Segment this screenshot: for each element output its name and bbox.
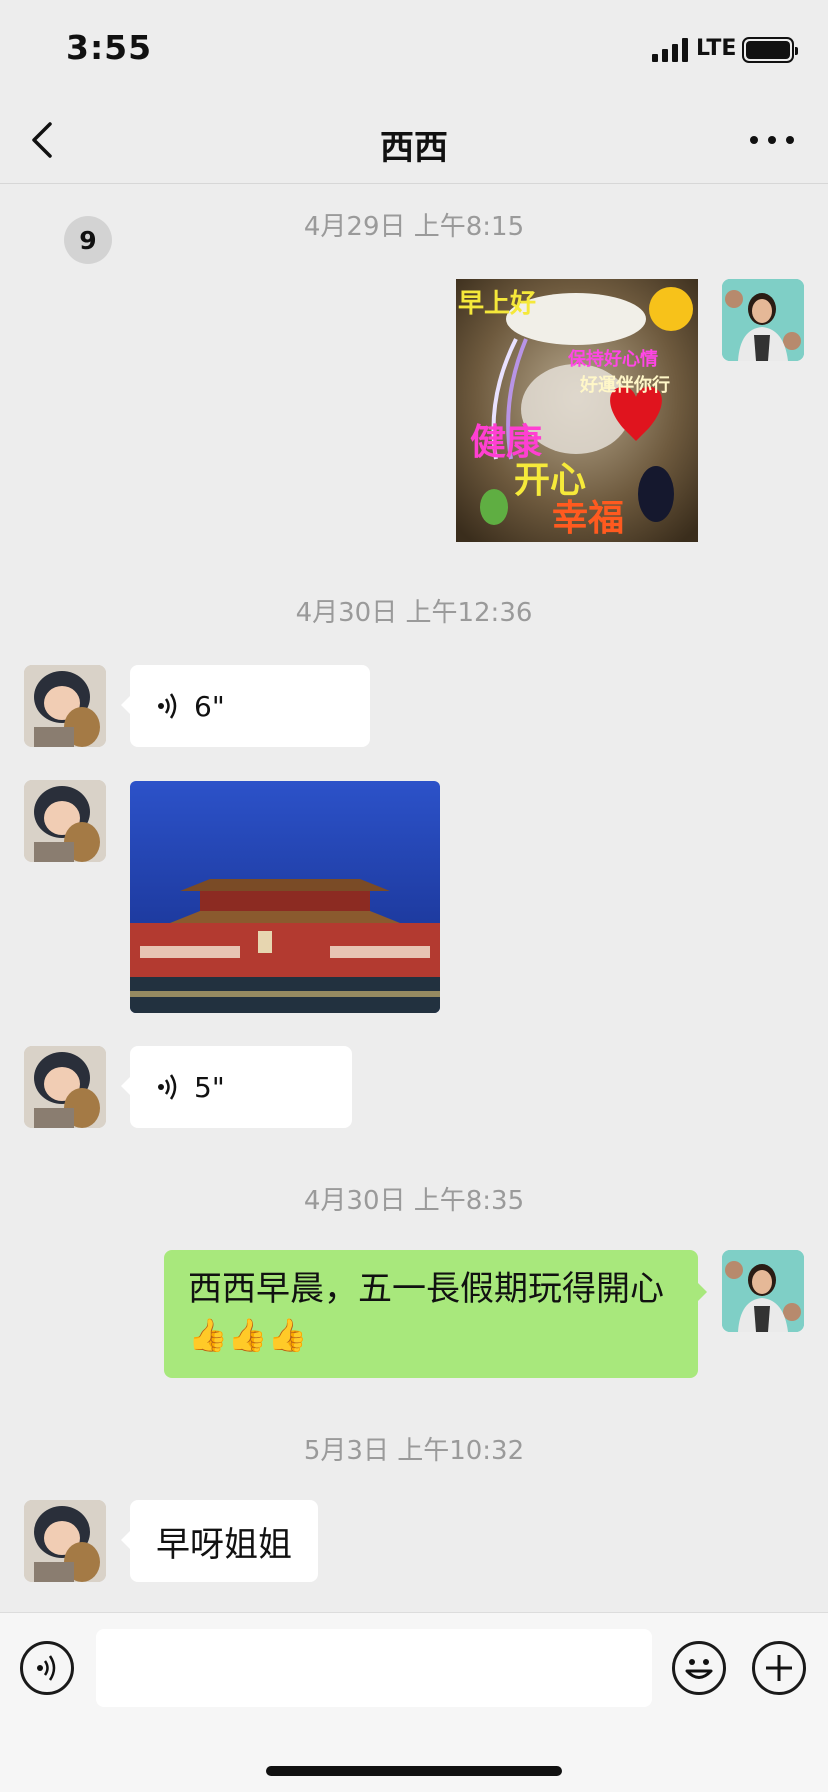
image-caption-blessing: 幸福	[552, 498, 625, 539]
timestamp: 4月29日 上午8:15	[303, 212, 525, 242]
emoji-icon[interactable]	[672, 1641, 726, 1695]
timestamp: 5月3日 上午10:32	[303, 1436, 525, 1466]
chat-title: 西西	[380, 128, 448, 168]
voice-message-bubble[interactable]: 5"	[121, 1046, 352, 1128]
sent-text-bubble[interactable]: 西西早晨，五一長假期玩得開心 👍👍👍	[164, 1250, 707, 1378]
self-avatar[interactable]	[722, 279, 804, 361]
message-text: 西西早晨，五一長假期玩得開心	[188, 1269, 664, 1309]
battery-icon	[742, 37, 798, 63]
chat-input-bar	[0, 1612, 828, 1792]
self-avatar[interactable]	[722, 1250, 804, 1332]
image-caption-luck: 好運伴你行	[580, 375, 670, 396]
voice-duration: 5"	[194, 1070, 225, 1104]
timestamp: 4月30日 上午8:35	[303, 1186, 525, 1216]
contact-avatar[interactable]	[24, 1046, 106, 1128]
message-emoji: 👍👍👍	[188, 1316, 308, 1354]
message-input[interactable]	[96, 1629, 652, 1707]
cellular-signal-icon	[652, 38, 688, 62]
contact-avatar[interactable]	[24, 665, 106, 747]
image-caption-morning: 早上好	[458, 289, 537, 319]
greeting-image[interactable]: 早上好 保持好心情 好運伴你行 健康 开心 幸福	[456, 279, 698, 542]
voice-duration: 6"	[194, 689, 225, 723]
message-text: 早呀姐姐	[156, 1524, 292, 1565]
chat-header: 9 西西	[0, 100, 828, 264]
network-type: LTE	[696, 36, 737, 61]
more-options-icon[interactable]	[750, 120, 794, 160]
add-more-icon[interactable]	[752, 1641, 806, 1695]
home-indicator[interactable]	[266, 1766, 562, 1776]
contact-avatar[interactable]	[24, 780, 106, 862]
status-bar: 3:55 LTE	[0, 0, 828, 100]
photo-message[interactable]	[130, 781, 440, 1013]
timestamp: 4月30日 上午12:36	[295, 598, 533, 628]
voice-input-toggle-icon[interactable]	[20, 1641, 74, 1695]
image-caption-mood: 保持好心情	[568, 349, 658, 370]
voice-wave-icon	[158, 693, 177, 719]
status-time: 3:55	[66, 28, 153, 67]
voice-wave-icon	[158, 1074, 177, 1100]
received-text-bubble[interactable]: 早呀姐姐	[121, 1500, 318, 1582]
contact-avatar[interactable]	[24, 1500, 106, 1582]
voice-message-bubble[interactable]: 6"	[121, 665, 370, 747]
